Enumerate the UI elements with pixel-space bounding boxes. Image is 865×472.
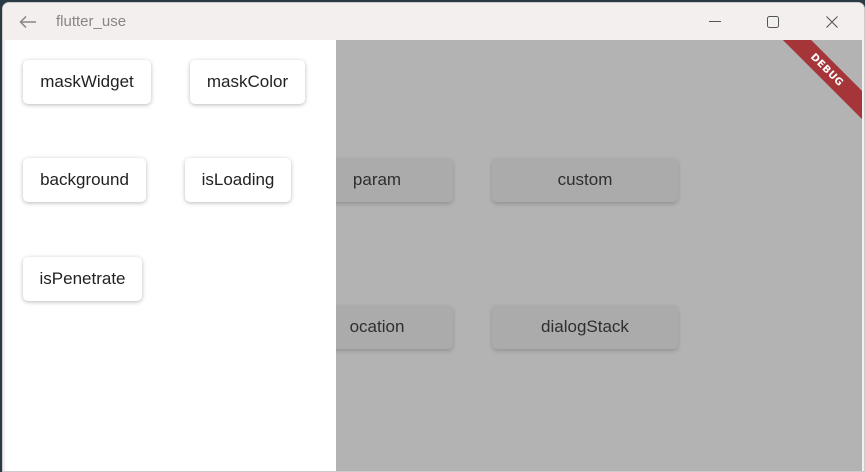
background-button[interactable]: background: [23, 158, 146, 202]
app-window: flutter_use param custom ocation dialogS…: [2, 2, 865, 472]
debug-banner: DEBUG: [773, 40, 862, 124]
app-content: param custom ocation dialogStack maskWid…: [5, 40, 862, 471]
title-bar: flutter_use: [3, 3, 864, 40]
mask-widget-button[interactable]: maskWidget: [23, 60, 151, 104]
is-penetrate-button[interactable]: isPenetrate: [23, 257, 142, 301]
is-loading-button[interactable]: isLoading: [185, 158, 291, 202]
close-icon[interactable]: [816, 3, 848, 40]
custom-button[interactable]: custom: [492, 158, 678, 202]
mask-color-button[interactable]: maskColor: [190, 60, 305, 104]
dialog-stack-button[interactable]: dialogStack: [492, 305, 678, 349]
minimize-icon[interactable]: [699, 3, 731, 40]
maximize-icon[interactable]: [757, 3, 789, 40]
window-title: flutter_use: [56, 13, 127, 30]
back-arrow-icon[interactable]: [13, 3, 43, 40]
side-drawer: maskWidget maskColor background isLoadin…: [5, 40, 336, 471]
